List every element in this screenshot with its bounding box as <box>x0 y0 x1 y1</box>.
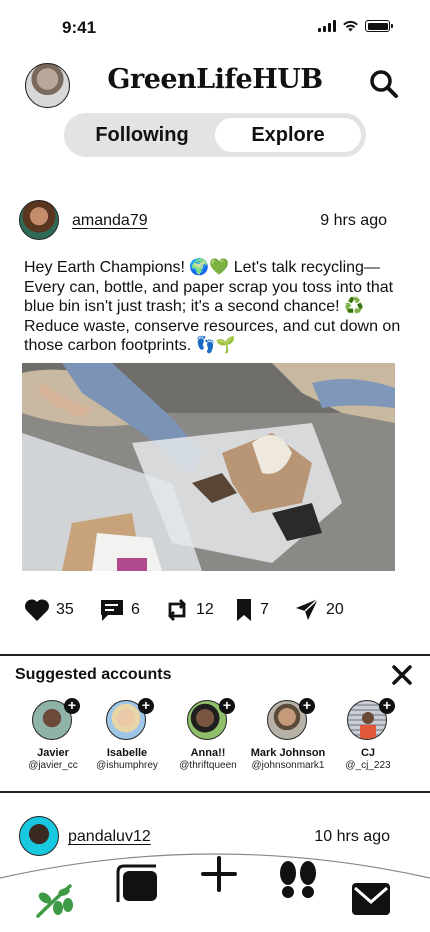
suggested-handle: @johnsonmark1 <box>251 760 325 771</box>
suggested-handle: @_cj_223 <box>345 760 391 771</box>
repost-count: 12 <box>196 601 214 618</box>
nav-messages[interactable] <box>350 880 392 923</box>
suggested-handle: @javier_cc <box>28 760 78 771</box>
follow-plus-button[interactable]: + <box>379 698 395 714</box>
leaf-branch-icon <box>36 884 73 918</box>
like-count: 35 <box>56 601 74 618</box>
post-image[interactable] <box>22 363 395 571</box>
divider <box>0 791 430 793</box>
cards-icon <box>116 864 157 902</box>
send-icon <box>296 598 319 620</box>
search-icon <box>370 70 398 98</box>
suggested-account[interactable]: + Mark Johnson @johnsonmark1 <box>247 698 329 780</box>
nav-create[interactable] <box>199 854 239 899</box>
suggested-name: CJ <box>360 747 376 759</box>
footprints-icon <box>280 861 316 898</box>
suggested-handle: @ishumphrey <box>96 760 158 771</box>
bookmark-icon <box>237 599 251 621</box>
post-actions: 35 6 12 7 20 <box>24 598 364 624</box>
follow-plus-button[interactable]: + <box>299 698 315 714</box>
status-bar: 9:41 <box>0 0 430 56</box>
post-timestamp: 9 hrs ago <box>320 212 387 229</box>
envelope-icon <box>352 883 390 915</box>
plus-icon <box>201 856 237 892</box>
suggested-handle: @thriftqueen <box>179 760 237 771</box>
like-button[interactable]: 35 <box>24 598 74 622</box>
suggested-account[interactable]: + Anna!! @thriftqueen <box>167 698 249 780</box>
post-author-avatar[interactable] <box>19 200 59 240</box>
nav-home[interactable] <box>34 880 78 925</box>
suggested-name: Mark Johnson <box>250 747 326 759</box>
search-button[interactable] <box>366 66 402 102</box>
comment-button[interactable]: 6 <box>99 598 140 622</box>
recycling-photo <box>22 363 395 571</box>
comment-count: 6 <box>131 601 140 618</box>
nav-footprint[interactable] <box>276 860 320 907</box>
follow-plus-button[interactable]: + <box>138 698 154 714</box>
follow-plus-button[interactable]: + <box>64 698 80 714</box>
repost-button[interactable]: 12 <box>164 598 214 622</box>
bookmark-count: 7 <box>260 601 269 618</box>
repost-icon <box>168 599 186 621</box>
bookmark-button[interactable]: 7 <box>234 598 269 622</box>
divider <box>0 654 430 656</box>
status-icons <box>318 20 393 32</box>
share-button[interactable]: 20 <box>294 598 344 622</box>
close-icon <box>392 665 412 685</box>
tab-explore[interactable]: Explore <box>215 118 361 152</box>
share-count: 20 <box>326 601 344 618</box>
nav-feed[interactable] <box>114 862 160 913</box>
follow-plus-button[interactable]: + <box>219 698 235 714</box>
suggested-name: Isabelle <box>106 747 148 759</box>
cellular-signal-icon <box>318 20 336 32</box>
comment-icon <box>101 600 123 621</box>
feed-tabs: Following Explore <box>64 113 366 157</box>
suggested-name: Javier <box>37 747 69 759</box>
battery-icon <box>365 20 393 32</box>
wifi-icon <box>343 20 358 32</box>
post-username[interactable]: amanda79 <box>72 212 148 230</box>
bottom-nav <box>0 840 430 932</box>
post-text: Hey Earth Champions! 🌍💚 Let's talk recyc… <box>24 259 401 354</box>
app-header: GreenLifeHUB <box>0 60 430 112</box>
heart-icon <box>24 599 50 621</box>
tab-following[interactable]: Following <box>69 118 215 152</box>
suggested-account[interactable]: + Isabelle @ishumphrey <box>86 698 168 780</box>
close-suggested-button[interactable] <box>390 664 414 686</box>
status-time: 9:41 <box>62 18 97 37</box>
suggested-title: Suggested accounts <box>15 666 172 683</box>
suggested-name: Anna!! <box>190 747 226 759</box>
suggested-account[interactable]: + Javier @javier_cc <box>12 698 94 780</box>
suggested-account[interactable]: + CJ @_cj_223 <box>327 698 409 780</box>
